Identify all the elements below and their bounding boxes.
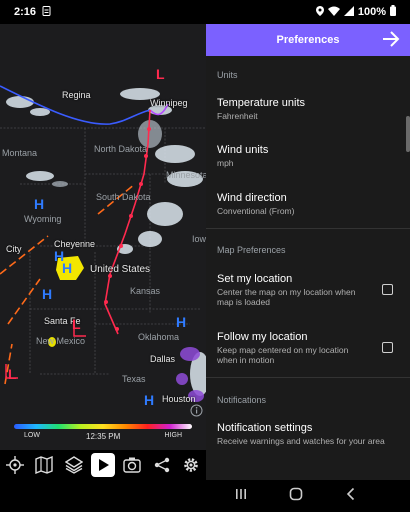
status-time: 2:16	[14, 6, 37, 18]
preferences-panel: Preferences Units Temperature units Fahr…	[206, 24, 410, 480]
camera-icon[interactable]	[120, 453, 144, 477]
state-label: Minnesota	[166, 170, 206, 180]
wifi-icon	[327, 6, 340, 19]
locate-icon[interactable]	[3, 453, 27, 477]
high-pressure-marker: H	[62, 260, 73, 276]
pref-temperature-units[interactable]: Temperature units Fahrenheit	[217, 97, 387, 121]
pref-follow-my-location[interactable]: Follow my location Keep map centered on …	[217, 331, 367, 365]
country-label: United States	[90, 264, 151, 275]
high-pressure-marker: H	[34, 196, 45, 212]
section-header-map-preferences: Map Preferences	[217, 245, 286, 255]
home-icon[interactable]	[289, 487, 303, 506]
pref-value: Conventional (From)	[217, 206, 295, 216]
signal-icon	[343, 5, 354, 19]
high-pressure-marker: H	[176, 314, 187, 330]
location-status-icon	[315, 5, 324, 19]
pref-notification-settings[interactable]: Notification settings Receive warnings a…	[217, 422, 397, 446]
status-bar: 2:16 100%	[0, 0, 410, 24]
settings-icon[interactable]	[179, 453, 203, 477]
set-my-location-checkbox[interactable]	[382, 284, 393, 295]
state-label: North Dakota	[94, 144, 148, 154]
pref-description: Receive warnings and watches for your ar…	[217, 436, 385, 446]
city-label: Winnipeg	[150, 98, 188, 108]
preferences-title: Preferences	[276, 34, 340, 46]
state-label: New Mexico	[36, 336, 86, 346]
low-pressure-marker: L	[8, 366, 17, 382]
radar-intensity-bar	[14, 424, 192, 429]
system-nav-bar	[0, 480, 410, 512]
high-pressure-marker: H	[42, 286, 53, 302]
pref-title: Wind direction	[217, 192, 287, 204]
section-divider	[206, 228, 410, 229]
battery-percent: 100%	[357, 6, 386, 18]
low-pressure-marker: L	[156, 66, 165, 82]
notification-icon	[42, 5, 51, 19]
map-icon[interactable]	[32, 453, 56, 477]
section-divider	[206, 377, 410, 378]
state-label: Wyoming	[24, 214, 62, 224]
pref-description: Center the map on my location when map i…	[217, 287, 356, 307]
section-header-units: Units	[217, 70, 238, 80]
section-header-notifications: Notifications	[217, 395, 267, 405]
play-icon[interactable]	[90, 453, 115, 477]
pref-title: Set my location	[217, 273, 293, 285]
preferences-header: Preferences	[206, 24, 410, 56]
low-pressure-marker: L	[72, 316, 81, 332]
pref-value: Fahrenheit	[217, 111, 258, 121]
battery-icon	[390, 5, 396, 19]
follow-my-location-checkbox[interactable]	[382, 342, 393, 353]
state-label: Montana	[2, 148, 38, 158]
legend-high-label: HIGH	[164, 432, 183, 439]
city-label: Houston	[162, 394, 196, 404]
share-icon[interactable]	[150, 453, 174, 477]
pref-title: Wind units	[217, 144, 269, 156]
pref-title: Notification settings	[217, 422, 313, 434]
city-label: Dallas	[150, 354, 176, 364]
pref-wind-direction[interactable]: Wind direction Conventional (From)	[217, 192, 387, 216]
pref-title: Temperature units	[217, 97, 306, 109]
state-label: Texas	[122, 374, 146, 384]
state-label: Oklahoma	[138, 332, 180, 342]
radar-map[interactable]: Regina Winnipeg Montana North Dakota Min…	[0, 24, 206, 450]
state-label: Kansas	[130, 286, 161, 296]
legend-time: 12:35 PM	[86, 432, 121, 441]
high-pressure-marker: H	[144, 392, 155, 408]
radar-legend: LOW 12:35 PM HIGH	[14, 424, 192, 444]
back-icon[interactable]	[344, 487, 358, 506]
pref-description: Keep map centered on my location when in…	[217, 345, 349, 365]
recent-apps-icon[interactable]	[234, 487, 248, 506]
state-label: Iowa	[192, 234, 206, 244]
pref-title: Follow my location	[217, 331, 308, 343]
map-graphics	[0, 85, 206, 402]
city-label: Regina	[62, 90, 91, 100]
map-toolbar	[0, 450, 206, 480]
pref-wind-units[interactable]: Wind units mph	[217, 144, 387, 168]
legend-low-label: LOW	[24, 432, 40, 439]
pref-value: mph	[217, 158, 234, 168]
scrollbar[interactable]	[406, 116, 410, 152]
close-arrow-icon[interactable]	[382, 29, 400, 54]
city-label: City	[6, 244, 22, 254]
state-label: South Dakota	[96, 192, 151, 202]
layers-icon[interactable]	[62, 453, 86, 477]
pref-set-my-location[interactable]: Set my location Center the map on my loc…	[217, 273, 367, 307]
